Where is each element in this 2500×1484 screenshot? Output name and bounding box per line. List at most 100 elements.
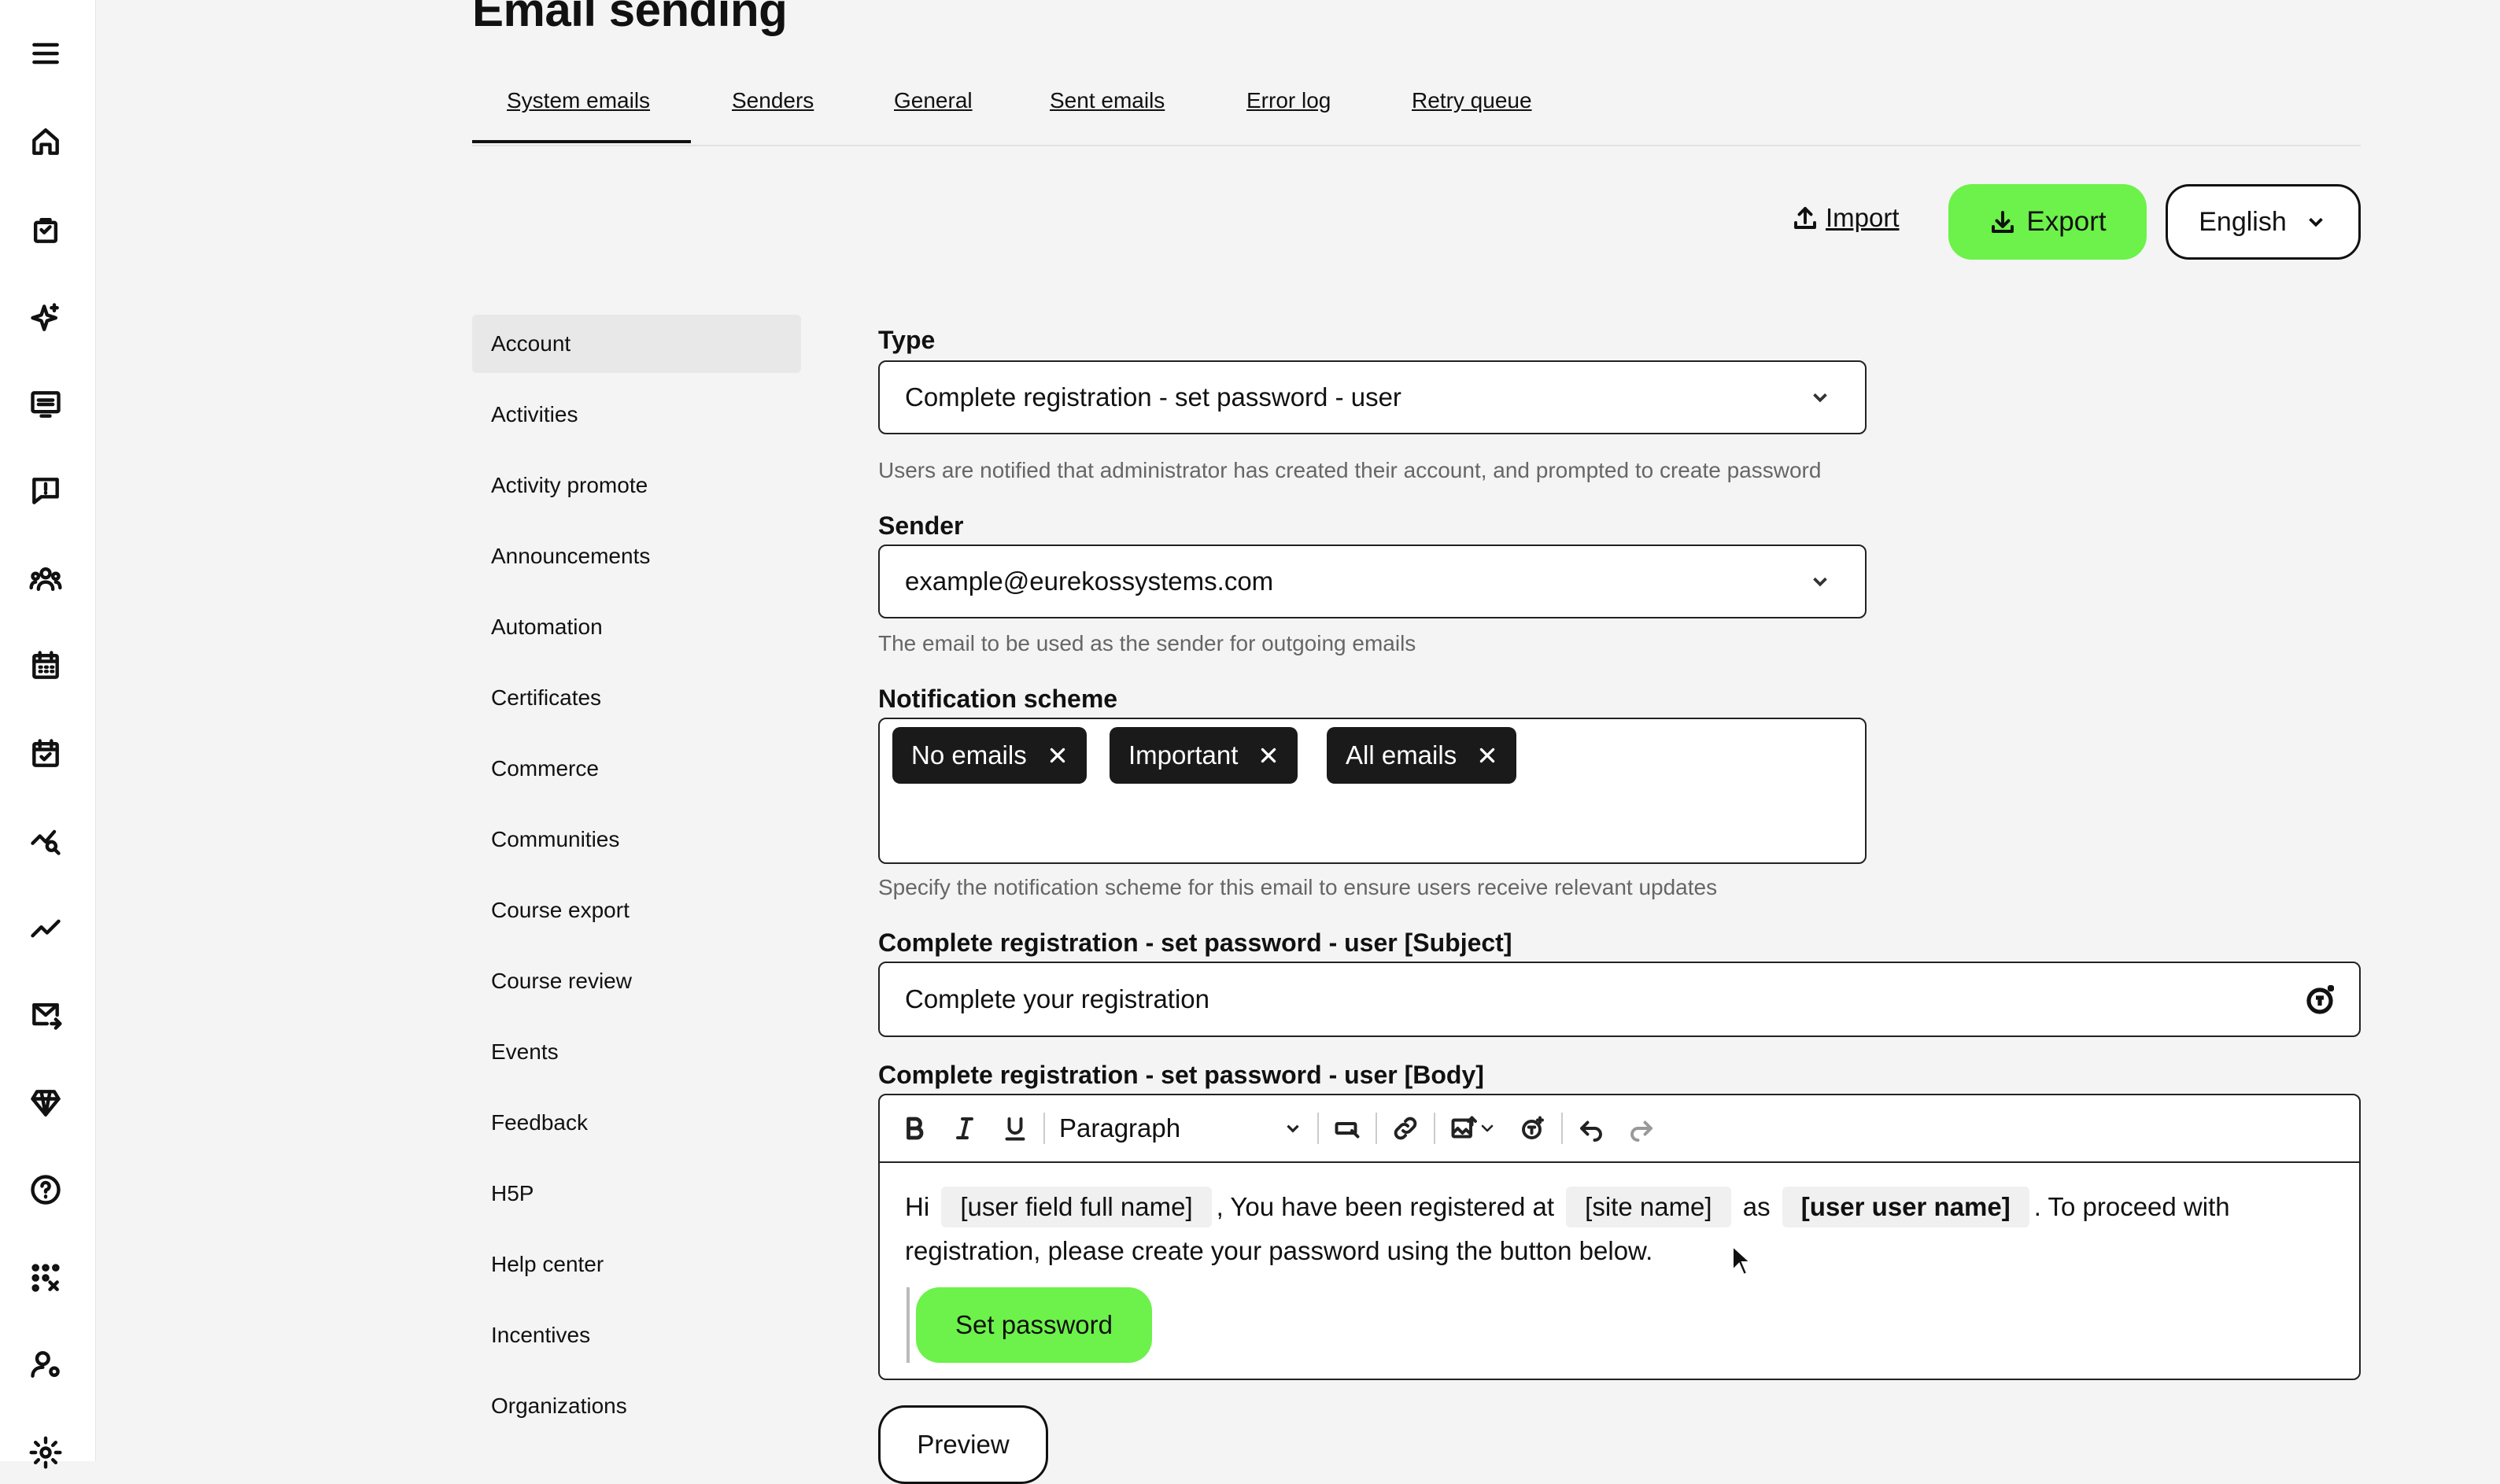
scheme-label: Notification scheme xyxy=(878,685,1118,713)
import-button[interactable]: Import xyxy=(1791,203,1900,233)
subject-input[interactable]: Complete your registration xyxy=(878,962,2361,1037)
scheme-tag: All emails xyxy=(1327,727,1517,784)
help-icon[interactable] xyxy=(24,1168,68,1212)
nav-item-events[interactable]: Events xyxy=(472,1023,801,1081)
language-value: English xyxy=(2199,206,2287,237)
users-icon[interactable] xyxy=(24,557,68,601)
nav-item-organizations[interactable]: Organizations xyxy=(472,1377,801,1435)
close-icon[interactable] xyxy=(1258,745,1279,766)
link-icon xyxy=(1394,1117,1417,1140)
nav-item-automation[interactable]: Automation xyxy=(472,598,801,656)
chevron-down-icon xyxy=(1287,1124,1299,1133)
nav-item-h5p[interactable]: H5P xyxy=(472,1165,801,1223)
active-tab-indicator xyxy=(472,140,691,143)
ai-assist-icon xyxy=(1522,1116,1544,1139)
tag-label: No emails xyxy=(911,740,1027,770)
link-button[interactable] xyxy=(1380,1105,1431,1152)
type-select[interactable]: Complete registration - set password - u… xyxy=(878,360,1867,434)
page-title: Email sending xyxy=(472,0,788,36)
italic-button[interactable] xyxy=(940,1105,990,1152)
redo-button[interactable] xyxy=(1616,1105,1667,1152)
nav-item-communities[interactable]: Communities xyxy=(472,810,801,869)
italic-icon xyxy=(956,1117,973,1139)
upload-icon xyxy=(1794,207,1816,229)
icon-rail xyxy=(0,0,96,1469)
nav-item-activity-promote[interactable]: Activity promote xyxy=(472,456,801,515)
user-gear-icon[interactable] xyxy=(24,1342,68,1386)
toolbar-divider xyxy=(1561,1113,1563,1144)
sparkle-icon[interactable] xyxy=(24,296,68,340)
nav-item-account[interactable]: Account xyxy=(472,315,801,373)
ai-assist-icon[interactable] xyxy=(2302,980,2340,1018)
ai-assist-button[interactable] xyxy=(1508,1105,1558,1152)
chevron-down-icon xyxy=(1813,577,1827,587)
scheme-help-text: Specify the notification scheme for this… xyxy=(878,875,1718,899)
type-value: Complete registration - set password - u… xyxy=(905,382,1401,412)
menu-icon[interactable] xyxy=(24,31,68,76)
tab-bar: System emails Senders General Sent email… xyxy=(472,88,2361,146)
subject-value: Complete your registration xyxy=(905,984,1210,1013)
nav-item-course-review[interactable]: Course review xyxy=(472,952,801,1010)
subject-label: Complete registration - set password - u… xyxy=(878,928,1512,957)
export-label: Export xyxy=(2026,206,2107,237)
image-upload-icon xyxy=(1451,1116,1477,1139)
chevron-down-icon xyxy=(1481,1124,1494,1132)
bag-icon[interactable] xyxy=(24,208,68,252)
calendar-grid-icon[interactable] xyxy=(24,644,68,688)
body-text: , You have been registered at xyxy=(1216,1192,1554,1221)
tab-retry-queue[interactable]: Retry queue xyxy=(1412,88,1532,113)
body-text: as xyxy=(1742,1192,1771,1221)
block-format-select[interactable]: Paragraph xyxy=(1048,1113,1314,1143)
chart-search-icon[interactable] xyxy=(24,818,68,862)
nav-item-help-center[interactable]: Help center xyxy=(472,1235,801,1294)
chevron-down-icon xyxy=(1813,393,1827,403)
insert-button-button[interactable] xyxy=(1322,1105,1372,1152)
nav-item-activities[interactable]: Activities xyxy=(472,386,801,444)
message-alert-icon[interactable] xyxy=(24,469,68,513)
tab-general[interactable]: General xyxy=(894,88,973,113)
scheme-tag: No emails xyxy=(892,727,1087,784)
image-button[interactable] xyxy=(1438,1105,1508,1152)
nav-item-announcements[interactable]: Announcements xyxy=(472,527,801,585)
sender-label: Sender xyxy=(878,511,964,540)
token-chip[interactable]: [site name] xyxy=(1566,1187,1731,1227)
monitor-list-icon[interactable] xyxy=(24,382,68,426)
nav-item-feedback[interactable]: Feedback xyxy=(472,1094,801,1152)
body-editor[interactable]: Paragraph Hi [user field full name], You… xyxy=(878,1094,2361,1380)
nav-item-course-export[interactable]: Course export xyxy=(472,881,801,939)
undo-icon xyxy=(1580,1120,1602,1142)
toolbar-divider xyxy=(1376,1113,1377,1144)
calendar-check-icon[interactable] xyxy=(24,732,68,776)
diamond-icon[interactable] xyxy=(24,1081,68,1125)
close-icon[interactable] xyxy=(1477,745,1497,766)
tab-senders[interactable]: Senders xyxy=(732,88,814,113)
body-label: Complete registration - set password - u… xyxy=(878,1061,1484,1089)
tab-error-log[interactable]: Error log xyxy=(1246,88,1331,113)
bold-button[interactable] xyxy=(889,1105,940,1152)
toolbar-divider xyxy=(1434,1113,1435,1144)
token-chip[interactable]: [user field full name] xyxy=(941,1187,1212,1227)
nav-item-incentives[interactable]: Incentives xyxy=(472,1306,801,1364)
close-icon[interactable] xyxy=(1047,745,1068,766)
tab-sent-emails[interactable]: Sent emails xyxy=(1050,88,1165,113)
sender-select[interactable]: example@eurekossystems.com xyxy=(878,545,1867,618)
home-icon[interactable] xyxy=(24,120,68,164)
editor-content[interactable]: Hi [user field full name], You have been… xyxy=(905,1185,2328,1273)
set-password-button[interactable]: Set password xyxy=(916,1287,1152,1363)
undo-button[interactable] xyxy=(1566,1105,1616,1152)
nav-item-commerce[interactable]: Commerce xyxy=(472,740,801,798)
apps-grid-icon[interactable] xyxy=(24,1256,68,1300)
preview-button[interactable]: Preview xyxy=(878,1405,1048,1484)
nav-item-certificates[interactable]: Certificates xyxy=(472,669,801,727)
tab-system-emails[interactable]: System emails xyxy=(507,88,650,113)
settings-icon[interactable] xyxy=(24,1430,68,1475)
token-chip[interactable]: [user user name] xyxy=(1782,1187,2029,1227)
mail-forward-icon[interactable] xyxy=(24,993,68,1037)
trend-icon[interactable] xyxy=(24,906,68,951)
language-select[interactable]: English xyxy=(2166,184,2361,260)
toolbar-divider xyxy=(1317,1113,1319,1144)
tag-label: All emails xyxy=(1346,740,1457,770)
underline-button[interactable] xyxy=(990,1105,1040,1152)
export-button[interactable]: Export xyxy=(1948,184,2147,260)
scheme-multiselect[interactable]: No emails Important All emails xyxy=(878,718,1867,864)
